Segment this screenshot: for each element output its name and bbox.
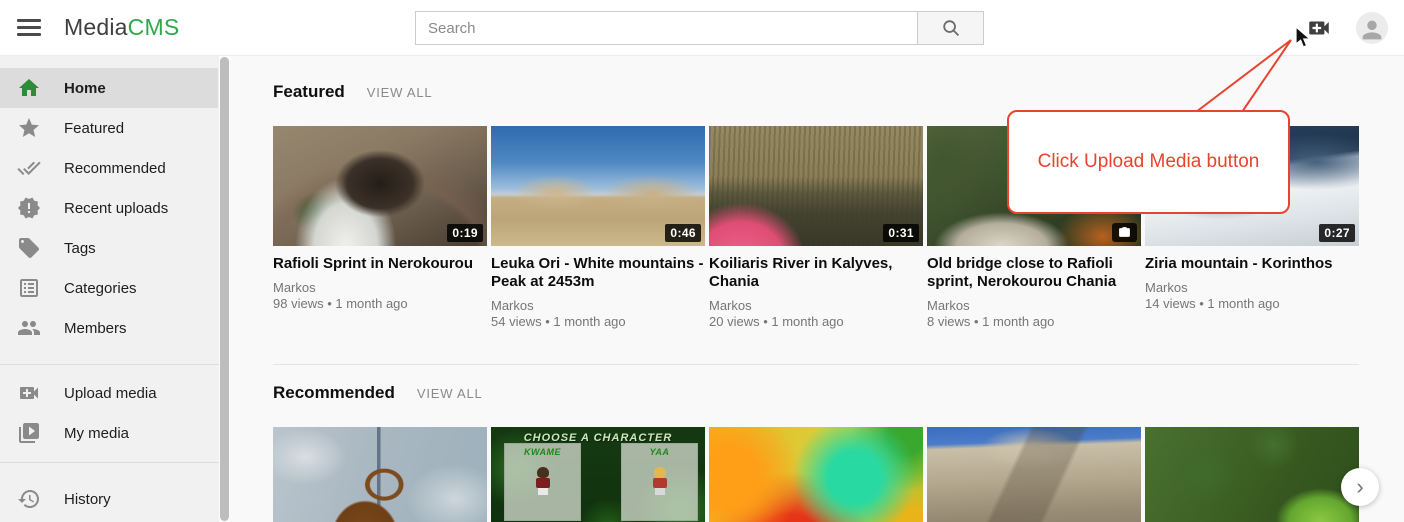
new-releases-icon [17, 196, 41, 220]
media-thumbnail[interactable] [927, 427, 1141, 522]
media-thumbnail[interactable] [709, 427, 923, 522]
media-title[interactable]: Koiliaris River in Kalyves, Chania [709, 255, 923, 291]
sidebar-item-home[interactable]: Home [0, 68, 218, 108]
media-author[interactable]: Markos [491, 298, 705, 314]
sidebar-item-members[interactable]: Members [0, 308, 218, 348]
media-card[interactable] [709, 427, 923, 522]
search-button[interactable] [917, 11, 984, 45]
chevron-right-icon: › [1356, 476, 1363, 498]
star-icon [17, 116, 41, 140]
double-check-icon [17, 156, 41, 180]
duration-badge: 0:46 [665, 224, 701, 242]
media-meta: 14 views • 1 month ago [1145, 296, 1359, 312]
home-icon [17, 76, 41, 100]
thumbnail-game-panel: YAA [621, 443, 698, 521]
sidebar-item-label: Members [64, 320, 127, 337]
logo[interactable]: MediaCMS [64, 14, 179, 41]
sidebar-item-label: Recent uploads [64, 200, 168, 217]
media-card[interactable]: 0:46 Leuka Ori - White mountains - Peak … [491, 126, 705, 330]
duration-badge: 0:19 [447, 224, 483, 242]
callout-pointer [1180, 32, 1310, 118]
section-divider [273, 364, 1359, 365]
sidebar-item-my-media[interactable]: My media [0, 413, 218, 453]
sidebar-item-label: Recommended [64, 160, 166, 177]
sidebar-item-label: Featured [64, 120, 124, 137]
media-title[interactable]: Old bridge close to Rafioli sprint, Nero… [927, 255, 1141, 291]
search-bar [415, 11, 984, 45]
media-author[interactable]: Markos [927, 298, 1141, 314]
categories-icon [17, 276, 41, 300]
camera-icon [1118, 226, 1131, 239]
sidebar-item-history[interactable]: History [0, 479, 218, 519]
sidebar-scrollbar[interactable] [219, 56, 230, 522]
sidebar-item-label: Home [64, 80, 106, 97]
media-thumbnail[interactable]: 0:31 [709, 126, 923, 246]
sidebar-item-recommended[interactable]: Recommended [0, 148, 218, 188]
sidebar-item-label: History [64, 491, 111, 508]
thumbnail-game-panel: KWAME [504, 443, 581, 521]
duration-badge: 0:27 [1319, 224, 1355, 242]
sidebar-scrollbar-thumb[interactable] [220, 57, 229, 521]
carousel-next-button[interactable]: › [1341, 468, 1379, 506]
recommended-section: Recommended VIEW ALL CHOOSE A CHARACTER … [273, 383, 1359, 522]
sidebar-item-label: Upload media [64, 385, 157, 402]
recommended-view-all-link[interactable]: VIEW ALL [417, 386, 483, 401]
photo-camera-badge [1112, 223, 1137, 242]
search-icon [941, 18, 961, 38]
media-card[interactable]: 0:19 Rafioli Sprint in Nerokourou Markos… [273, 126, 487, 330]
media-card[interactable] [1145, 427, 1359, 522]
media-meta: 54 views • 1 month ago [491, 314, 705, 330]
media-author[interactable]: Markos [1145, 280, 1359, 296]
featured-section-title: Featured [273, 82, 345, 102]
thumbnail-game-character [534, 467, 552, 495]
media-title[interactable]: Ziria mountain - Korinthos [1145, 255, 1359, 273]
sidebar-item-label: Categories [64, 280, 137, 297]
members-icon [17, 316, 41, 340]
logo-media-text: Media [64, 14, 128, 40]
search-input[interactable] [415, 11, 917, 45]
media-author[interactable]: Markos [273, 280, 487, 296]
thumbnail-game-character [651, 467, 669, 495]
sidebar-item-label: My media [64, 425, 129, 442]
media-meta: 20 views • 1 month ago [709, 314, 923, 330]
person-icon [1358, 16, 1386, 44]
thumbnail-game-name: KWAME [505, 447, 580, 457]
media-card[interactable] [927, 427, 1141, 522]
media-meta: 98 views • 1 month ago [273, 296, 487, 312]
user-avatar[interactable] [1356, 12, 1388, 44]
tutorial-callout: Click Upload Media button [1007, 110, 1290, 214]
sidebar-item-recent-uploads[interactable]: Recent uploads [0, 188, 218, 228]
sidebar-item-label: Tags [64, 240, 96, 257]
media-author[interactable]: Markos [709, 298, 923, 314]
duration-badge: 0:31 [883, 224, 919, 242]
media-title[interactable]: Rafioli Sprint in Nerokourou [273, 255, 487, 273]
media-card[interactable]: CHOOSE A CHARACTER KWAME YAA [491, 427, 705, 522]
tutorial-callout-text: Click Upload Media button [1038, 151, 1260, 173]
sidebar-item-tags[interactable]: Tags [0, 228, 218, 268]
featured-view-all-link[interactable]: VIEW ALL [367, 85, 433, 100]
history-icon [17, 487, 41, 511]
media-card[interactable]: 0:31 Koiliaris River in Kalyves, Chania … [709, 126, 923, 330]
media-title[interactable]: Leuka Ori - White mountains - Peak at 24… [491, 255, 705, 291]
media-card[interactable] [273, 427, 487, 522]
logo-cms-text: CMS [128, 14, 180, 40]
sidebar: Home Featured Recommended Recent uploads [0, 56, 230, 522]
hamburger-menu-icon[interactable] [17, 15, 41, 40]
recommended-section-title: Recommended [273, 383, 395, 403]
thumbnail-game-name: YAA [622, 447, 697, 457]
tag-icon [17, 236, 41, 260]
media-thumbnail[interactable]: 0:19 [273, 126, 487, 246]
mouse-cursor [1294, 26, 1316, 50]
media-meta: 8 views • 1 month ago [927, 314, 1141, 330]
sidebar-item-categories[interactable]: Categories [0, 268, 218, 308]
sidebar-item-upload-media[interactable]: Upload media [0, 373, 218, 413]
media-thumbnail[interactable] [1145, 427, 1359, 522]
sidebar-item-featured[interactable]: Featured [0, 108, 218, 148]
video-library-icon [17, 421, 41, 445]
media-thumbnail[interactable]: 0:46 [491, 126, 705, 246]
video-call-icon [17, 381, 41, 405]
media-thumbnail[interactable]: CHOOSE A CHARACTER KWAME YAA [491, 427, 705, 522]
media-thumbnail[interactable] [273, 427, 487, 522]
